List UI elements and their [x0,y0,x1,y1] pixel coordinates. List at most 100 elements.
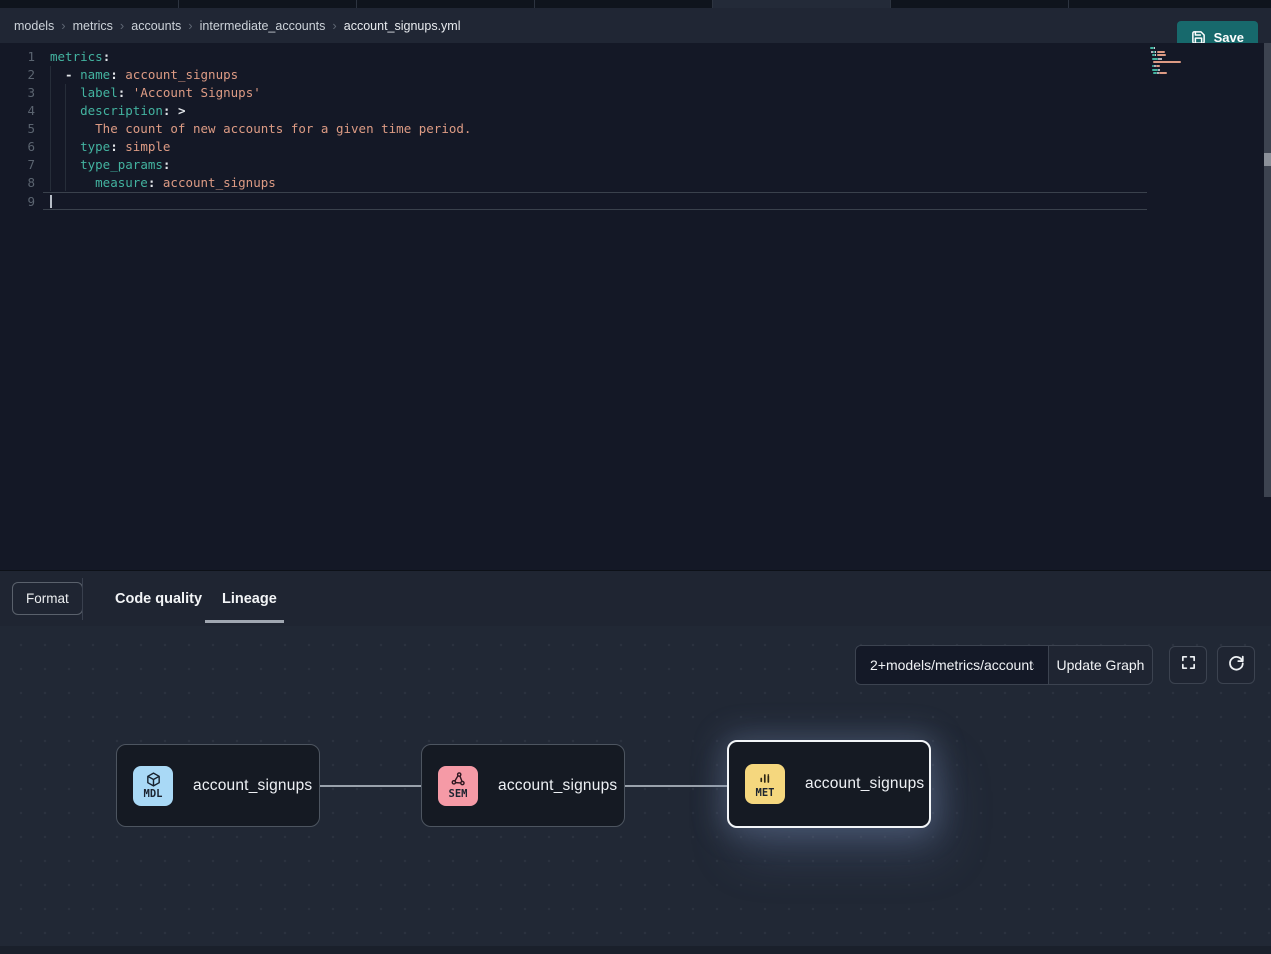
code-token: account_signups [155,175,275,190]
minimap-row [1150,58,1214,60]
editor-tab-active[interactable] [712,0,890,8]
editor-scrollbar-thumb[interactable] [1264,153,1271,166]
semantic-graph-icon: SEM [438,766,478,806]
code-token: measure [95,175,148,190]
code-line: 2 - name: account_signups [0,66,1147,84]
code-token: name [80,67,110,82]
model-cube-icon: MDL [133,766,173,806]
bottom-strip [0,946,1271,954]
code-text: description: > [50,102,1147,120]
line-number: 2 [0,66,50,84]
panel-divider [82,578,83,620]
code-line: 3 label: 'Account Signups' [0,84,1147,102]
lineage-edge [625,785,727,787]
minimap-row [1150,65,1214,67]
editor-scrollbar-track[interactable] [1264,43,1271,497]
bottom-panel-header: Format Code quality Lineage [0,570,1271,626]
node-label: account_signups [193,777,312,795]
minimap-row [1150,54,1214,56]
node-label: account_signups [805,775,924,793]
code-text: measure: account_signups [50,174,1147,192]
code-text: label: 'Account Signups' [50,84,1147,102]
code-lines: 1metrics:2 - name: account_signups3 labe… [0,48,1147,210]
indent-guide [65,84,66,191]
breadcrumb-separator-icon: › [61,18,65,33]
code-text: type_params: [50,156,1147,174]
minimap-segment [1154,47,1156,49]
code-token: simple [118,139,171,154]
node-type-badge: SEM [449,789,468,800]
minimap-row [1150,61,1214,63]
minimap-row [1150,76,1214,78]
file-header: models›metrics›accounts›intermediate_acc… [0,8,1271,43]
minimap-segment [1157,51,1165,53]
lineage-node-sem[interactable]: SEMaccount_signups [421,744,625,827]
line-number: 6 [0,138,50,156]
update-graph-button[interactable]: Update Graph [1048,646,1152,684]
node-type-badge: MDL [144,789,163,800]
code-text: type: simple [50,138,1147,156]
lineage-edge [320,785,421,787]
editor-tab-strip [0,0,1271,8]
minimap-segment [1153,61,1181,63]
code-editor[interactable]: 1metrics:2 - name: account_signups3 labe… [0,43,1271,570]
lineage-node-mdl[interactable]: MDL account_signups [116,744,320,827]
code-token: The count of new accounts for a given ti… [50,121,471,136]
minimap-segment [1160,58,1162,60]
line-number: 1 [0,48,50,66]
editor-tab[interactable] [0,0,178,8]
breadcrumb-item[interactable]: metrics [73,19,113,33]
editor-minimap[interactable] [1150,47,1214,79]
minimap-segment [1156,65,1159,67]
editor-tab[interactable] [534,0,712,8]
minimap-row [1150,69,1214,71]
lineage-canvas[interactable]: Update Graph MDLaccount_signupsSEMaccoun… [0,626,1271,954]
code-token: - [50,67,80,82]
code-line: 9 [43,192,1147,210]
code-line: 8 measure: account_signups [0,174,1147,192]
code-token [50,175,95,190]
code-token: > [170,103,185,118]
editor-tab[interactable] [890,0,1068,8]
fullscreen-button[interactable] [1169,646,1207,684]
breadcrumb-item[interactable]: accounts [131,19,181,33]
editor-tab[interactable] [178,0,356,8]
node-type-badge: MET [756,788,775,799]
minimap-row [1150,51,1214,53]
code-token: : [163,157,171,172]
code-line: 7 type_params: [0,156,1147,174]
code-token: metrics [50,49,103,64]
graph-selector-input[interactable] [856,646,1048,684]
code-token: : [103,49,111,64]
line-number: 9 [7,193,35,211]
breadcrumb-item[interactable]: intermediate_accounts [200,19,326,33]
minimap-segment [1159,72,1167,74]
minimap-segment [1158,69,1160,71]
breadcrumb-item[interactable]: models [14,19,54,33]
indent-guide [50,66,51,191]
line-number: 8 [0,174,50,192]
code-text [50,193,1147,209]
code-token: type [80,139,110,154]
code-line: 4 description: > [0,102,1147,120]
refresh-icon [1227,654,1245,677]
editor-tab[interactable] [1068,0,1271,8]
code-token: type_params [80,157,163,172]
tab-lineage[interactable]: Lineage [222,571,277,626]
active-tab-underline [205,620,284,623]
format-button[interactable]: Format [12,582,83,615]
tab-code-quality[interactable]: Code quality [115,571,202,626]
code-line: 1metrics: [0,48,1147,66]
line-number: 5 [0,120,50,138]
refresh-button[interactable] [1217,646,1255,684]
breadcrumb-item[interactable]: account_signups.yml [344,19,461,33]
lineage-node-met[interactable]: MET account_signups [727,740,931,828]
graph-selector-group: Update Graph [855,645,1153,685]
code-token: 'Account Signups' [125,85,260,100]
code-token: : [110,67,118,82]
breadcrumb-separator-icon: › [120,18,124,33]
fullscreen-icon [1180,654,1197,676]
editor-tab[interactable] [356,0,534,8]
code-line: 5 The count of new accounts for a given … [0,120,1147,138]
code-token: : [110,139,118,154]
